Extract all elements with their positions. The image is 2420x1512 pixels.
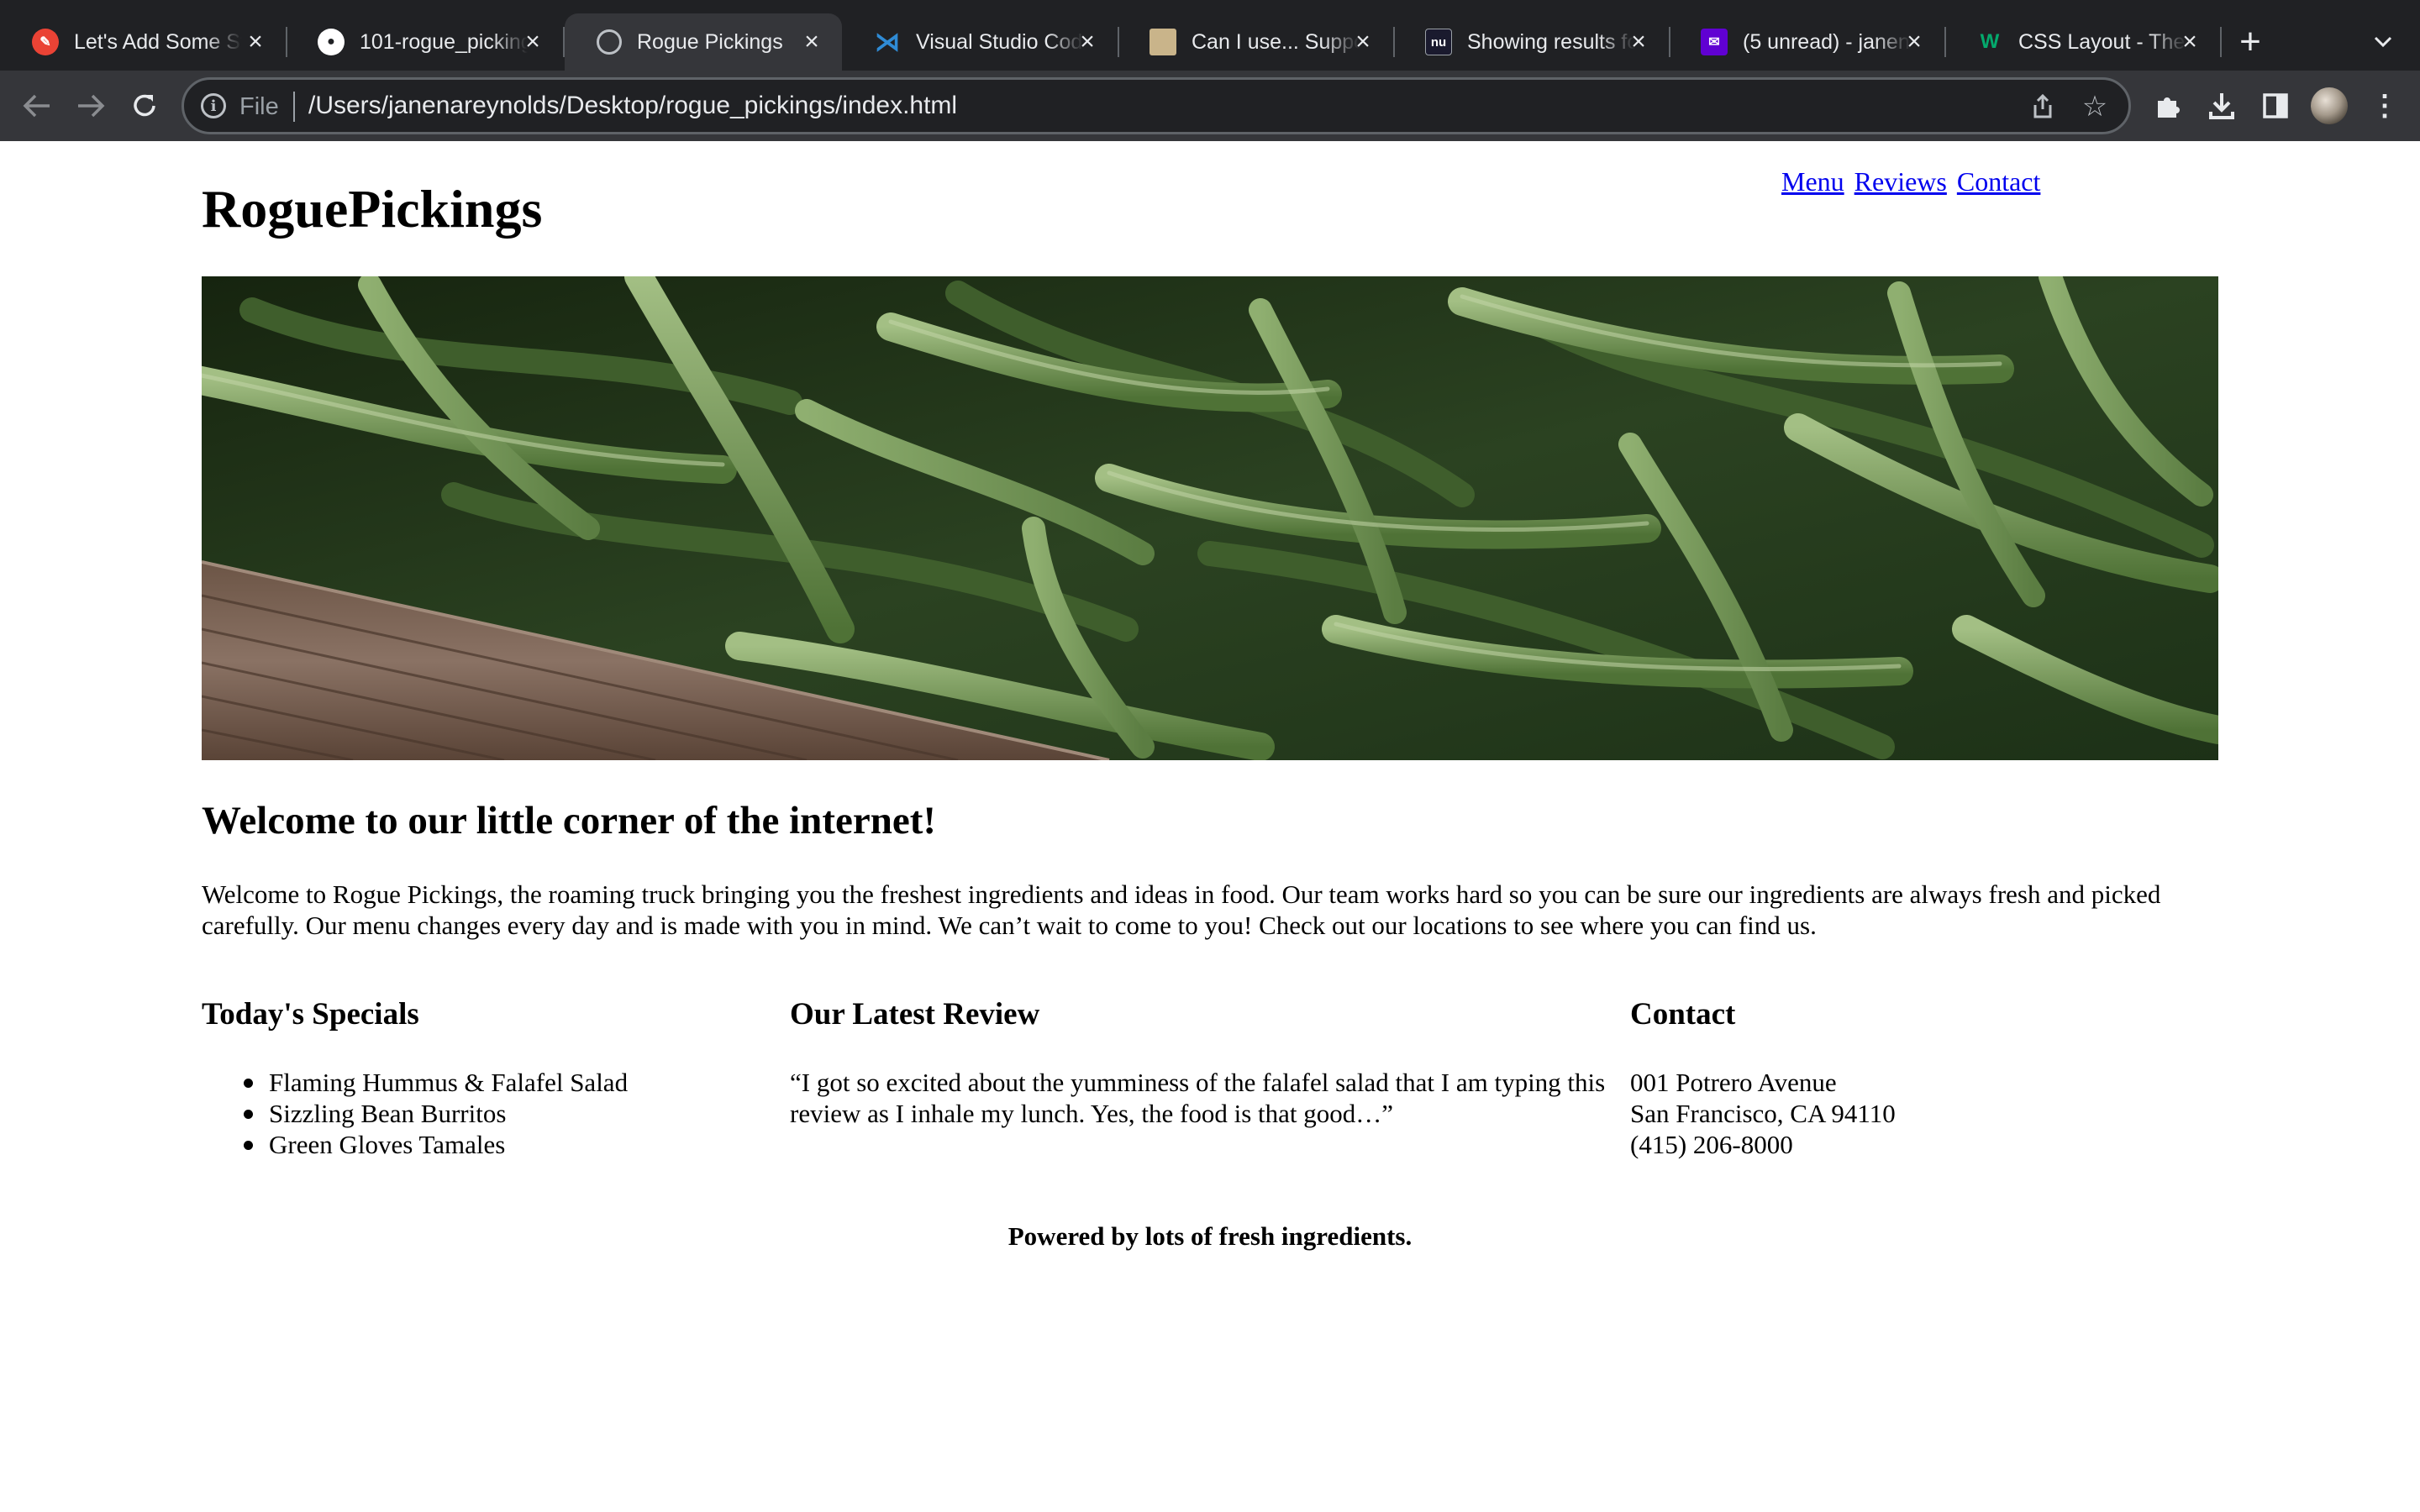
special-item-label: Green Gloves Tamales: [269, 1130, 506, 1159]
tab-title: Let's Add Some Style: [74, 29, 242, 54]
tab-github-repo[interactable]: ● 101-rogue_pickings ×: [286, 13, 565, 71]
bullet-icon: [244, 1079, 253, 1088]
special-item-label: Flaming Hummus & Falafel Salad: [269, 1068, 629, 1097]
back-arrow-icon[interactable]: [18, 87, 55, 124]
tab-search-results[interactable]: nu Showing results for ×: [1393, 13, 1670, 71]
address-bar[interactable]: i File /Users/janenareynolds/Desktop/rog…: [182, 77, 2131, 134]
yahoo-mail-icon: ✉: [1701, 29, 1728, 55]
close-tab-icon[interactable]: ×: [1074, 29, 1101, 55]
review-text: “I got so excited about the yumminess of…: [790, 1068, 1606, 1128]
footer-tagline: Powered by lots of fresh ingredients.: [1007, 1221, 1413, 1251]
site-brand-title: RoguePickings: [202, 179, 543, 239]
specials-heading: Today's Specials: [202, 997, 419, 1032]
welcome-heading: Welcome to our little corner of the inte…: [202, 799, 936, 843]
hero-green-beans-image: [202, 276, 2218, 760]
tab-title: Visual Studio Code: [916, 29, 1084, 54]
contact-heading: Contact: [1630, 997, 1736, 1032]
contact-details: 001 Potrero Avenue San Francisco, CA 941…: [1630, 1067, 1896, 1160]
site-nav: Menu Reviews Contact: [1781, 166, 2044, 197]
special-item-label: Sizzling Bean Burritos: [269, 1099, 507, 1128]
reload-icon[interactable]: [126, 87, 163, 124]
tab-strip: ✎ Let's Add Some Style × ● 101-rogue_pic…: [0, 0, 2420, 71]
address-divider: [293, 92, 295, 122]
bookmark-star-icon[interactable]: ☆: [2078, 90, 2112, 123]
close-tab-icon[interactable]: ×: [1349, 29, 1376, 55]
nav-link-contact[interactable]: Contact: [1957, 166, 2041, 197]
nu-icon: nu: [1425, 29, 1452, 55]
tab-yahoo-mail[interactable]: ✉ (5 unread) - janena ×: [1669, 13, 1946, 71]
bullet-icon: [244, 1110, 253, 1119]
nav-link-menu[interactable]: Menu: [1781, 166, 1844, 197]
site-info-icon[interactable]: i: [201, 93, 226, 118]
close-tab-icon[interactable]: ×: [2176, 29, 2203, 55]
profile-avatar[interactable]: [2311, 87, 2348, 124]
list-item: Flaming Hummus & Falafel Salad: [202, 1067, 628, 1098]
forward-arrow-icon[interactable]: [72, 87, 109, 124]
contact-city-line: San Francisco, CA 94110: [1630, 1099, 1896, 1128]
green-beans-illustration: [202, 276, 2218, 760]
tab-title: (5 unread) - janena: [1743, 29, 1911, 54]
close-tab-icon[interactable]: ×: [1625, 29, 1652, 55]
extensions-puzzle-icon[interactable]: [2149, 87, 2186, 124]
web-page: RoguePickings Menu Reviews Contact Welco…: [0, 141, 2420, 1512]
vscode-icon: ⋊: [875, 28, 900, 56]
close-tab-icon[interactable]: ×: [798, 29, 825, 55]
w3schools-icon: W: [1980, 30, 2000, 53]
side-panel-icon[interactable]: [2257, 87, 2294, 124]
tab-separator: [2220, 27, 2222, 57]
bullet-icon: [244, 1141, 253, 1150]
close-tab-icon[interactable]: ×: [1901, 29, 1928, 55]
intro-paragraph: Welcome to Rogue Pickings, the roaming t…: [202, 879, 2161, 940]
browser-toolbar: i File /Users/janenareynolds/Desktop/rog…: [0, 71, 2420, 141]
tab-title: Showing results for: [1467, 29, 1635, 54]
new-tab-plus-icon[interactable]: +: [2230, 21, 2270, 62]
contact-address-line: 001 Potrero Avenue: [1630, 1068, 1837, 1097]
close-tab-icon[interactable]: ×: [519, 29, 546, 55]
nav-link-reviews[interactable]: Reviews: [1854, 166, 1947, 197]
pen-circle-icon: ✎: [32, 29, 59, 55]
close-tab-icon[interactable]: ×: [242, 29, 269, 55]
list-item: Green Gloves Tamales: [202, 1129, 628, 1160]
github-icon: ●: [318, 29, 345, 55]
tab-title: CSS Layout - The display: [2018, 29, 2186, 54]
tab-title: Can I use... Support tables: [1192, 29, 1360, 54]
list-item: Sizzling Bean Burritos: [202, 1098, 628, 1129]
tab-css-layout[interactable]: W CSS Layout - The display ×: [1944, 13, 2222, 71]
address-url[interactable]: /Users/janenareynolds/Desktop/rogue_pick…: [308, 92, 957, 120]
contact-phone-line: (415) 206-8000: [1630, 1130, 1793, 1159]
tab-visual-studio-code[interactable]: ⋊ Visual Studio Code ×: [842, 13, 1119, 71]
tab-title: Rogue Pickings: [637, 29, 783, 54]
address-scheme-label: File: [239, 93, 279, 120]
more-menu-icon[interactable]: ⋮: [2366, 87, 2403, 124]
tab-lets-add-some-style[interactable]: ✎ Let's Add Some Style ×: [0, 13, 287, 71]
tab-can-i-use[interactable]: Can I use... Support tables ×: [1118, 13, 1395, 71]
specials-list: Flaming Hummus & Falafel Salad Sizzling …: [202, 1067, 628, 1160]
share-icon[interactable]: [2028, 92, 2058, 122]
globe-icon: [597, 29, 622, 55]
tab-title: 101-rogue_pickings: [360, 29, 528, 54]
tab-rogue-pickings[interactable]: Rogue Pickings ×: [565, 13, 842, 71]
review-heading: Our Latest Review: [790, 997, 1040, 1032]
tab-search-chevron-icon[interactable]: [2366, 25, 2400, 59]
download-icon[interactable]: [2203, 87, 2240, 124]
caniuse-icon: [1150, 29, 1176, 55]
